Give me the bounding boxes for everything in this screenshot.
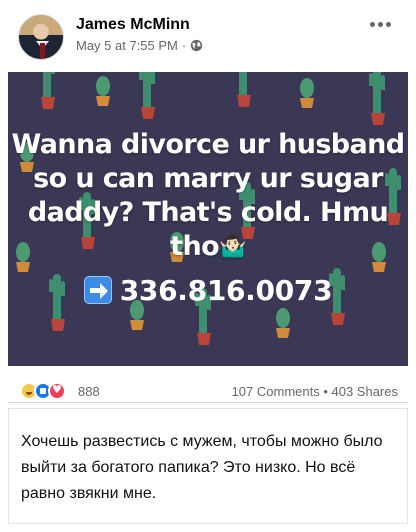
image-caption-text: Wanna divorce ur husband so u can marry … <box>11 129 405 262</box>
phone-row: 336.816.0073 <box>8 274 408 307</box>
phone-number: 336.816.0073 <box>119 274 333 307</box>
shrug-emoji-icon: 🤷🏻‍♂️ <box>219 234 246 259</box>
globe-icon <box>191 39 203 52</box>
reaction-icons[interactable] <box>20 382 66 400</box>
divider <box>8 402 408 403</box>
reactions-bar: 888 107 Comments • 403 Shares <box>0 372 416 412</box>
meta-separator: · <box>181 38 187 53</box>
translation-box: Хочешь развестись с мужем, чтобы можно б… <box>8 408 408 524</box>
image-caption: Wanna divorce ur husband so u can marry … <box>8 128 408 264</box>
post-timestamp[interactable]: May 5 at 7:55 PM <box>76 38 178 53</box>
author-name[interactable]: James McMinn <box>76 16 190 34</box>
translation-text: Хочешь развестись с мужем, чтобы можно б… <box>21 433 383 502</box>
avatar[interactable] <box>18 14 64 60</box>
right-arrow-icon <box>83 276 112 304</box>
comments-shares[interactable]: 107 Comments • 403 Shares <box>232 384 398 399</box>
post-header: James McMinn May 5 at 7:55 PM · <box>0 0 416 72</box>
post-image[interactable]: Wanna divorce ur husband so u can marry … <box>8 72 408 366</box>
avatar-tie <box>40 43 45 59</box>
love-reaction-icon <box>48 382 66 400</box>
reaction-count[interactable]: 888 <box>78 384 100 399</box>
post-meta: May 5 at 7:55 PM · <box>76 38 203 53</box>
more-options-icon[interactable] <box>366 14 394 34</box>
